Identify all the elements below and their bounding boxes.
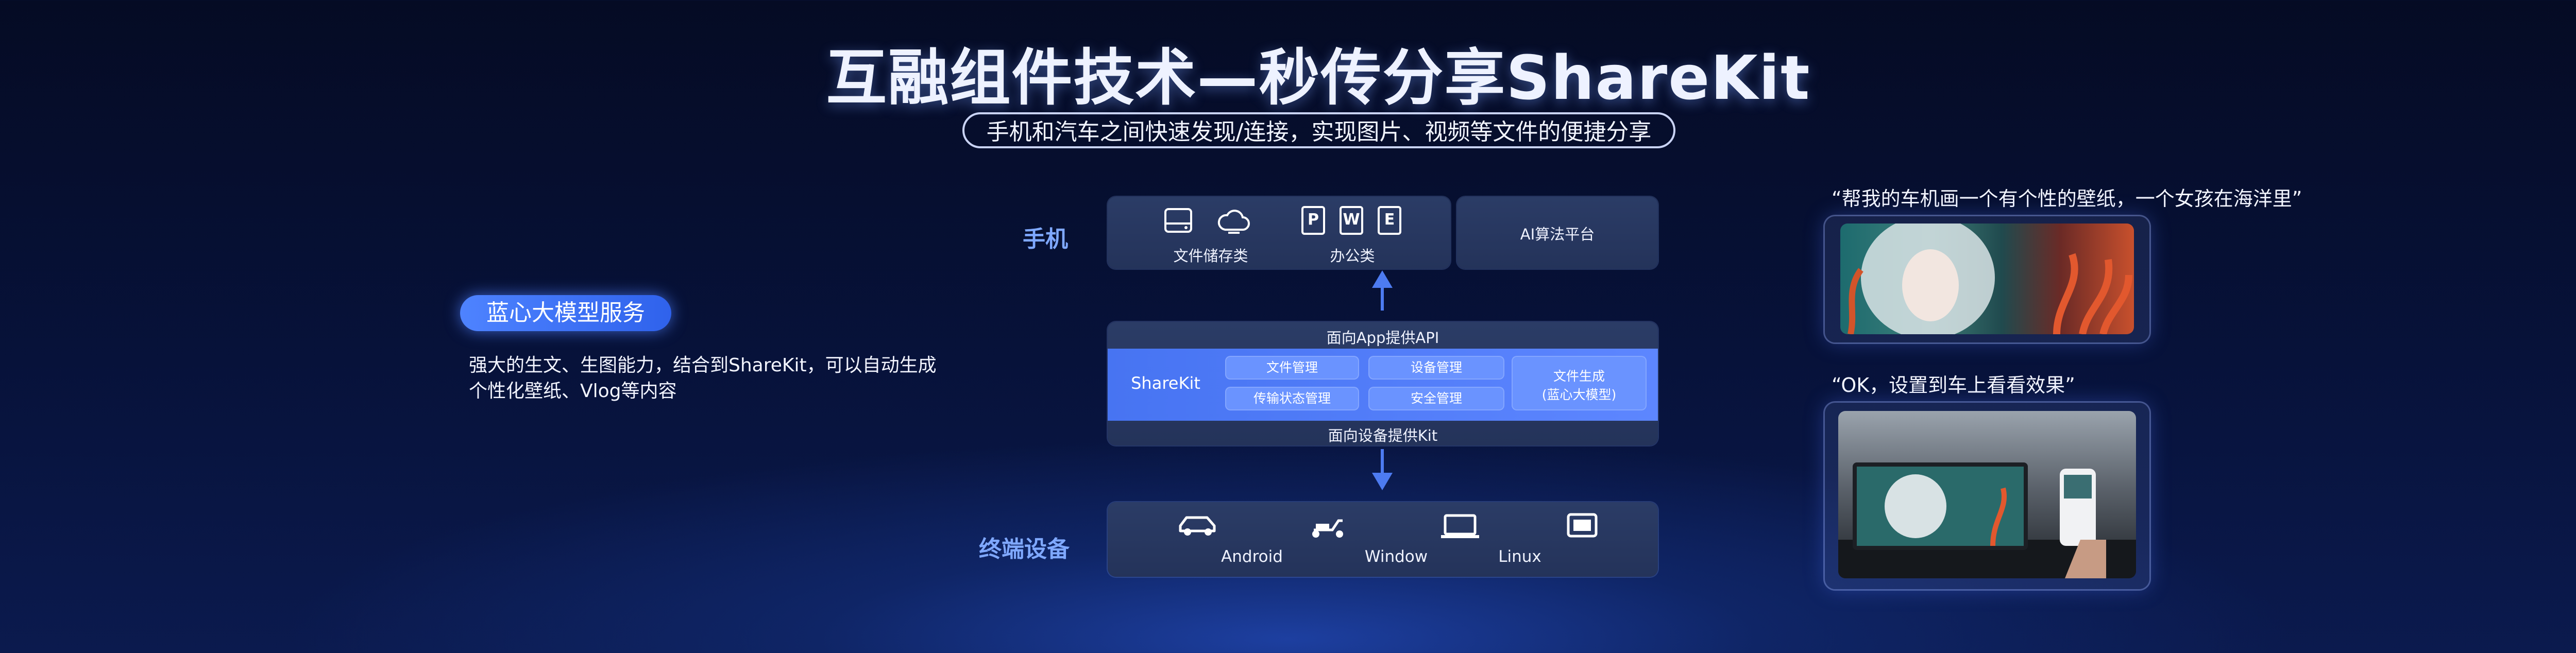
- up-arrow: [1372, 270, 1393, 311]
- ocean-girl-illustration: [1848, 224, 2132, 334]
- car-icon: [1177, 513, 1218, 538]
- word-icon: W: [1340, 206, 1363, 235]
- car-interior-illustration: [1838, 462, 2136, 578]
- car-interior-image: [1838, 411, 2136, 578]
- service-desc-line-2: 个性化壁纸、Vlog等内容: [469, 381, 677, 402]
- car-display-card: [1825, 403, 2149, 589]
- cloud-storage-icon: [1217, 209, 1251, 235]
- devices-row-label: 终端设备: [979, 536, 1070, 562]
- service-pill: 蓝心大模型服务: [460, 295, 671, 331]
- wallpaper-card: [1825, 216, 2149, 342]
- sharekit-block: 面向App提供API ShareKit 文件管理 设备管理 传输状态管理 安全管…: [1108, 322, 1658, 445]
- window-label: Window: [1364, 547, 1428, 566]
- page-title: 互融组件技术—秒传分享ShareKit: [826, 42, 1811, 113]
- file-storage-label: 文件储存类: [1173, 247, 1248, 265]
- module-transfer-status: 传输状态管理: [1225, 387, 1359, 410]
- sharekit-band: ShareKit 文件管理 设备管理 传输状态管理 安全管理 文件生成 (蓝心大…: [1108, 349, 1658, 421]
- tablet-icon: [1566, 512, 1598, 538]
- file-generation-line-2: (蓝心大模型): [1541, 387, 1617, 402]
- service-description: 强大的生文、生图能力，结合到ShareKit，可以自动生成 个性化壁纸、Vlog…: [469, 353, 984, 404]
- phone-row-label: 手机: [1023, 226, 1068, 252]
- scooter-icon: [1309, 514, 1348, 539]
- module-file-generation: 文件生成 (蓝心大模型): [1512, 356, 1647, 410]
- module-file-management: 文件管理: [1225, 356, 1359, 380]
- quote-2: “OK，设置到车上看看效果”: [1832, 374, 2075, 397]
- down-arrow: [1372, 449, 1393, 490]
- module-security: 安全管理: [1368, 387, 1504, 410]
- ai-platform-panel: AI算法平台: [1457, 197, 1658, 269]
- ai-platform-label: AI算法平台: [1520, 226, 1595, 243]
- sharekit-name: ShareKit: [1131, 373, 1200, 393]
- excel-icon: E: [1378, 206, 1401, 235]
- service-desc-line-1: 强大的生文、生图能力，结合到ShareKit，可以自动生成: [469, 355, 937, 376]
- kit-label: 面向设备提供Kit: [1328, 427, 1438, 444]
- api-label: 面向App提供API: [1326, 329, 1439, 347]
- linux-label: Linux: [1498, 547, 1541, 566]
- android-label: Android: [1221, 547, 1283, 566]
- ocean-girl-image: [1840, 224, 2134, 334]
- module-device-management: 设备管理: [1368, 356, 1504, 380]
- file-generation-line-1: 文件生成: [1553, 369, 1605, 384]
- powerpoint-icon: P: [1301, 206, 1325, 235]
- devices-panel: Android Window Linux: [1108, 502, 1658, 577]
- laptop-icon: [1440, 513, 1480, 539]
- quote-1: “帮我的车机画一个有个性的壁纸，一个女孩在海洋里”: [1832, 187, 2302, 210]
- office-label: 办公类: [1330, 247, 1375, 265]
- hard-drive-icon: [1163, 207, 1193, 234]
- phone-apps-panel: P W E 文件储存类 办公类: [1108, 197, 1450, 269]
- subtitle: 手机和汽车之间快速发现/连接，实现图片、视频等文件的便捷分享: [962, 112, 1675, 148]
